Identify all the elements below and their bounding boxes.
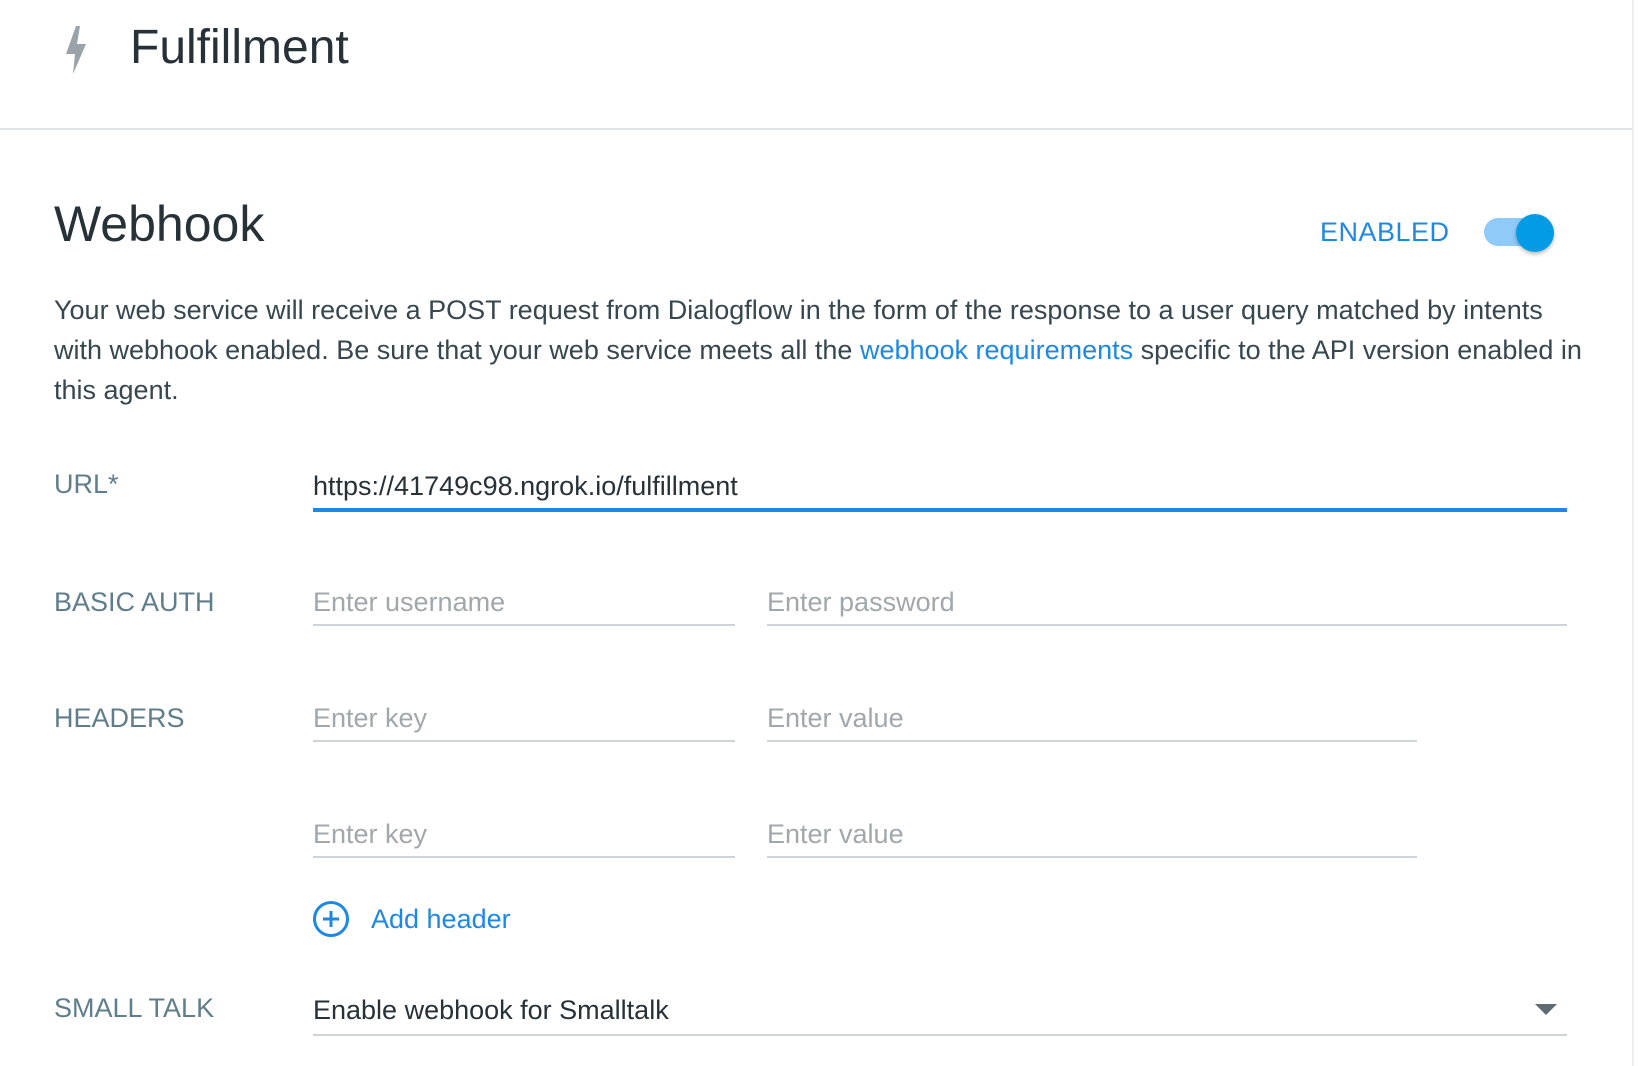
password-field-wrapper [767, 580, 1567, 626]
url-input[interactable] [313, 464, 1567, 508]
page-title: Fulfillment [130, 21, 349, 74]
webhook-requirements-link[interactable]: webhook requirements [860, 335, 1133, 365]
header-value-field-wrapper [767, 696, 1417, 742]
url-label: URL* [54, 469, 119, 499]
url-field-wrapper [313, 464, 1567, 512]
fulfillment-page: Fulfillment Webhook ENABLED Your web ser… [0, 0, 1638, 1066]
add-header-label: Add header [371, 903, 511, 934]
basic-auth-label: BASIC AUTH [54, 587, 215, 617]
small-talk-label: SMALL TALK [54, 993, 215, 1023]
small-talk-select[interactable]: Enable webhook for Smalltalk [313, 988, 1567, 1036]
headers-label: HEADERS [54, 703, 185, 733]
header-value-input[interactable] [767, 812, 1417, 856]
dropdown-arrow-icon [1535, 1004, 1557, 1015]
username-input[interactable] [313, 580, 735, 624]
header-key-input[interactable] [313, 812, 735, 856]
header-value-input[interactable] [767, 696, 1417, 740]
webhook-title: Webhook [54, 196, 265, 252]
header-key-field-wrapper [313, 812, 735, 858]
scrollbar-edge [1632, 0, 1634, 1066]
header-value-field-wrapper [767, 812, 1417, 858]
username-field-wrapper [313, 580, 735, 626]
bolt-icon [66, 26, 86, 74]
small-talk-selected-value: Enable webhook for Smalltalk [313, 995, 669, 1025]
add-circle-icon [313, 901, 349, 937]
webhook-description: Your web service will receive a POST req… [54, 290, 1584, 410]
webhook-enabled-label: ENABLED [1320, 217, 1450, 247]
password-input[interactable] [767, 580, 1567, 624]
toggle-knob [1516, 214, 1554, 252]
header-key-field-wrapper [313, 696, 735, 742]
page-header: Fulfillment [0, 0, 1632, 130]
add-header-button[interactable]: Add header [313, 898, 511, 940]
header-key-input[interactable] [313, 696, 735, 740]
webhook-enabled-toggle[interactable] [1484, 214, 1554, 252]
